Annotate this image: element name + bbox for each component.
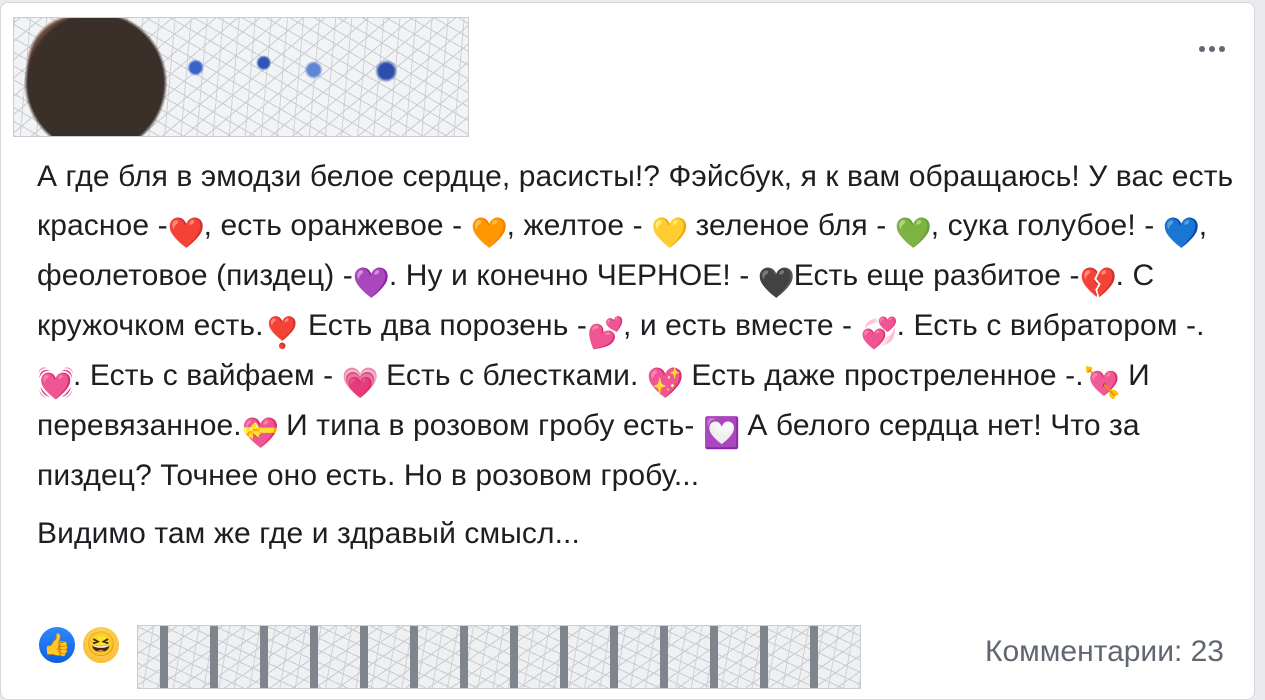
heart-decoration-emoji-icon: 💟: [702, 416, 741, 450]
text-segment: зеленое бля -: [687, 208, 895, 242]
sparkling-heart-emoji-icon: 💖: [646, 366, 685, 400]
post-paragraph-1: А где бля в эмодзи белое сердце, расисты…: [37, 153, 1237, 500]
beating-heart-emoji-icon: 💓: [37, 366, 75, 400]
yellow-heart-emoji-icon: 💛: [651, 216, 689, 250]
text-segment: , есть оранжевое -: [203, 208, 471, 242]
like-reaction-icon[interactable]: 👍: [37, 625, 77, 665]
red-heart-emoji-icon: ❤️: [167, 216, 206, 250]
broken-heart-emoji-icon: 💔: [1079, 266, 1118, 300]
reactors-pixelated-names[interactable]: [137, 625, 861, 689]
text-segment: И типа в розовом гробу есть-: [277, 408, 703, 442]
heart-with-ribbon-emoji-icon: 💝: [241, 416, 280, 450]
text-segment: . Есть с вайфаем -: [73, 358, 342, 392]
text-segment: Есть с блестками.: [377, 358, 647, 392]
post-paragraph-2: Видимо там же где и здравый смысл...: [37, 517, 580, 550]
black-heart-emoji-icon: 🖤: [757, 266, 796, 300]
text-segment: , желтое -: [506, 208, 652, 242]
orange-heart-emoji-icon: 🧡: [470, 216, 509, 250]
comments-count-link[interactable]: Комментарии: 23: [985, 635, 1224, 669]
dot-icon: [1219, 46, 1225, 52]
post-card: А где бля в эмодзи белое сердце, расисты…: [0, 2, 1255, 700]
blue-heart-emoji-icon: 💙: [1162, 216, 1201, 250]
author-pixelated-header: [13, 17, 469, 137]
text-segment: Есть еще разбитое -: [793, 258, 1080, 292]
green-heart-emoji-icon: 💚: [894, 216, 933, 250]
revolving-hearts-emoji-icon: 💞: [860, 316, 899, 350]
post-footer: 👍 😆 Комментарии: 23: [37, 623, 1224, 689]
heart-with-arrow-emoji-icon: 💘: [1083, 366, 1122, 400]
purple-heart-emoji-icon: 💜: [352, 266, 391, 300]
haha-reaction-icon[interactable]: 😆: [81, 625, 121, 665]
text-segment: . Ну и конечно ЧЕРНОЕ! -: [388, 258, 758, 292]
dot-icon: [1209, 46, 1215, 52]
text-segment: , и есть вместе -: [622, 308, 861, 342]
text-segment: Есть даже простреленное -.: [682, 358, 1084, 392]
growing-heart-emoji-icon: 💗: [341, 366, 380, 400]
text-segment: Есть два порозень -: [299, 308, 587, 342]
more-options-button[interactable]: [1192, 39, 1232, 59]
text-segment: . Есть с вибратором -.: [896, 308, 1205, 342]
heart-exclamation-emoji-icon: ❣️: [263, 316, 301, 350]
dot-icon: [1199, 46, 1205, 52]
text-segment: , сука голубое! -: [930, 208, 1163, 242]
two-hearts-emoji-icon: 💕: [586, 316, 625, 350]
post-text: А где бля в эмодзи белое сердце, расисты…: [37, 153, 1237, 559]
